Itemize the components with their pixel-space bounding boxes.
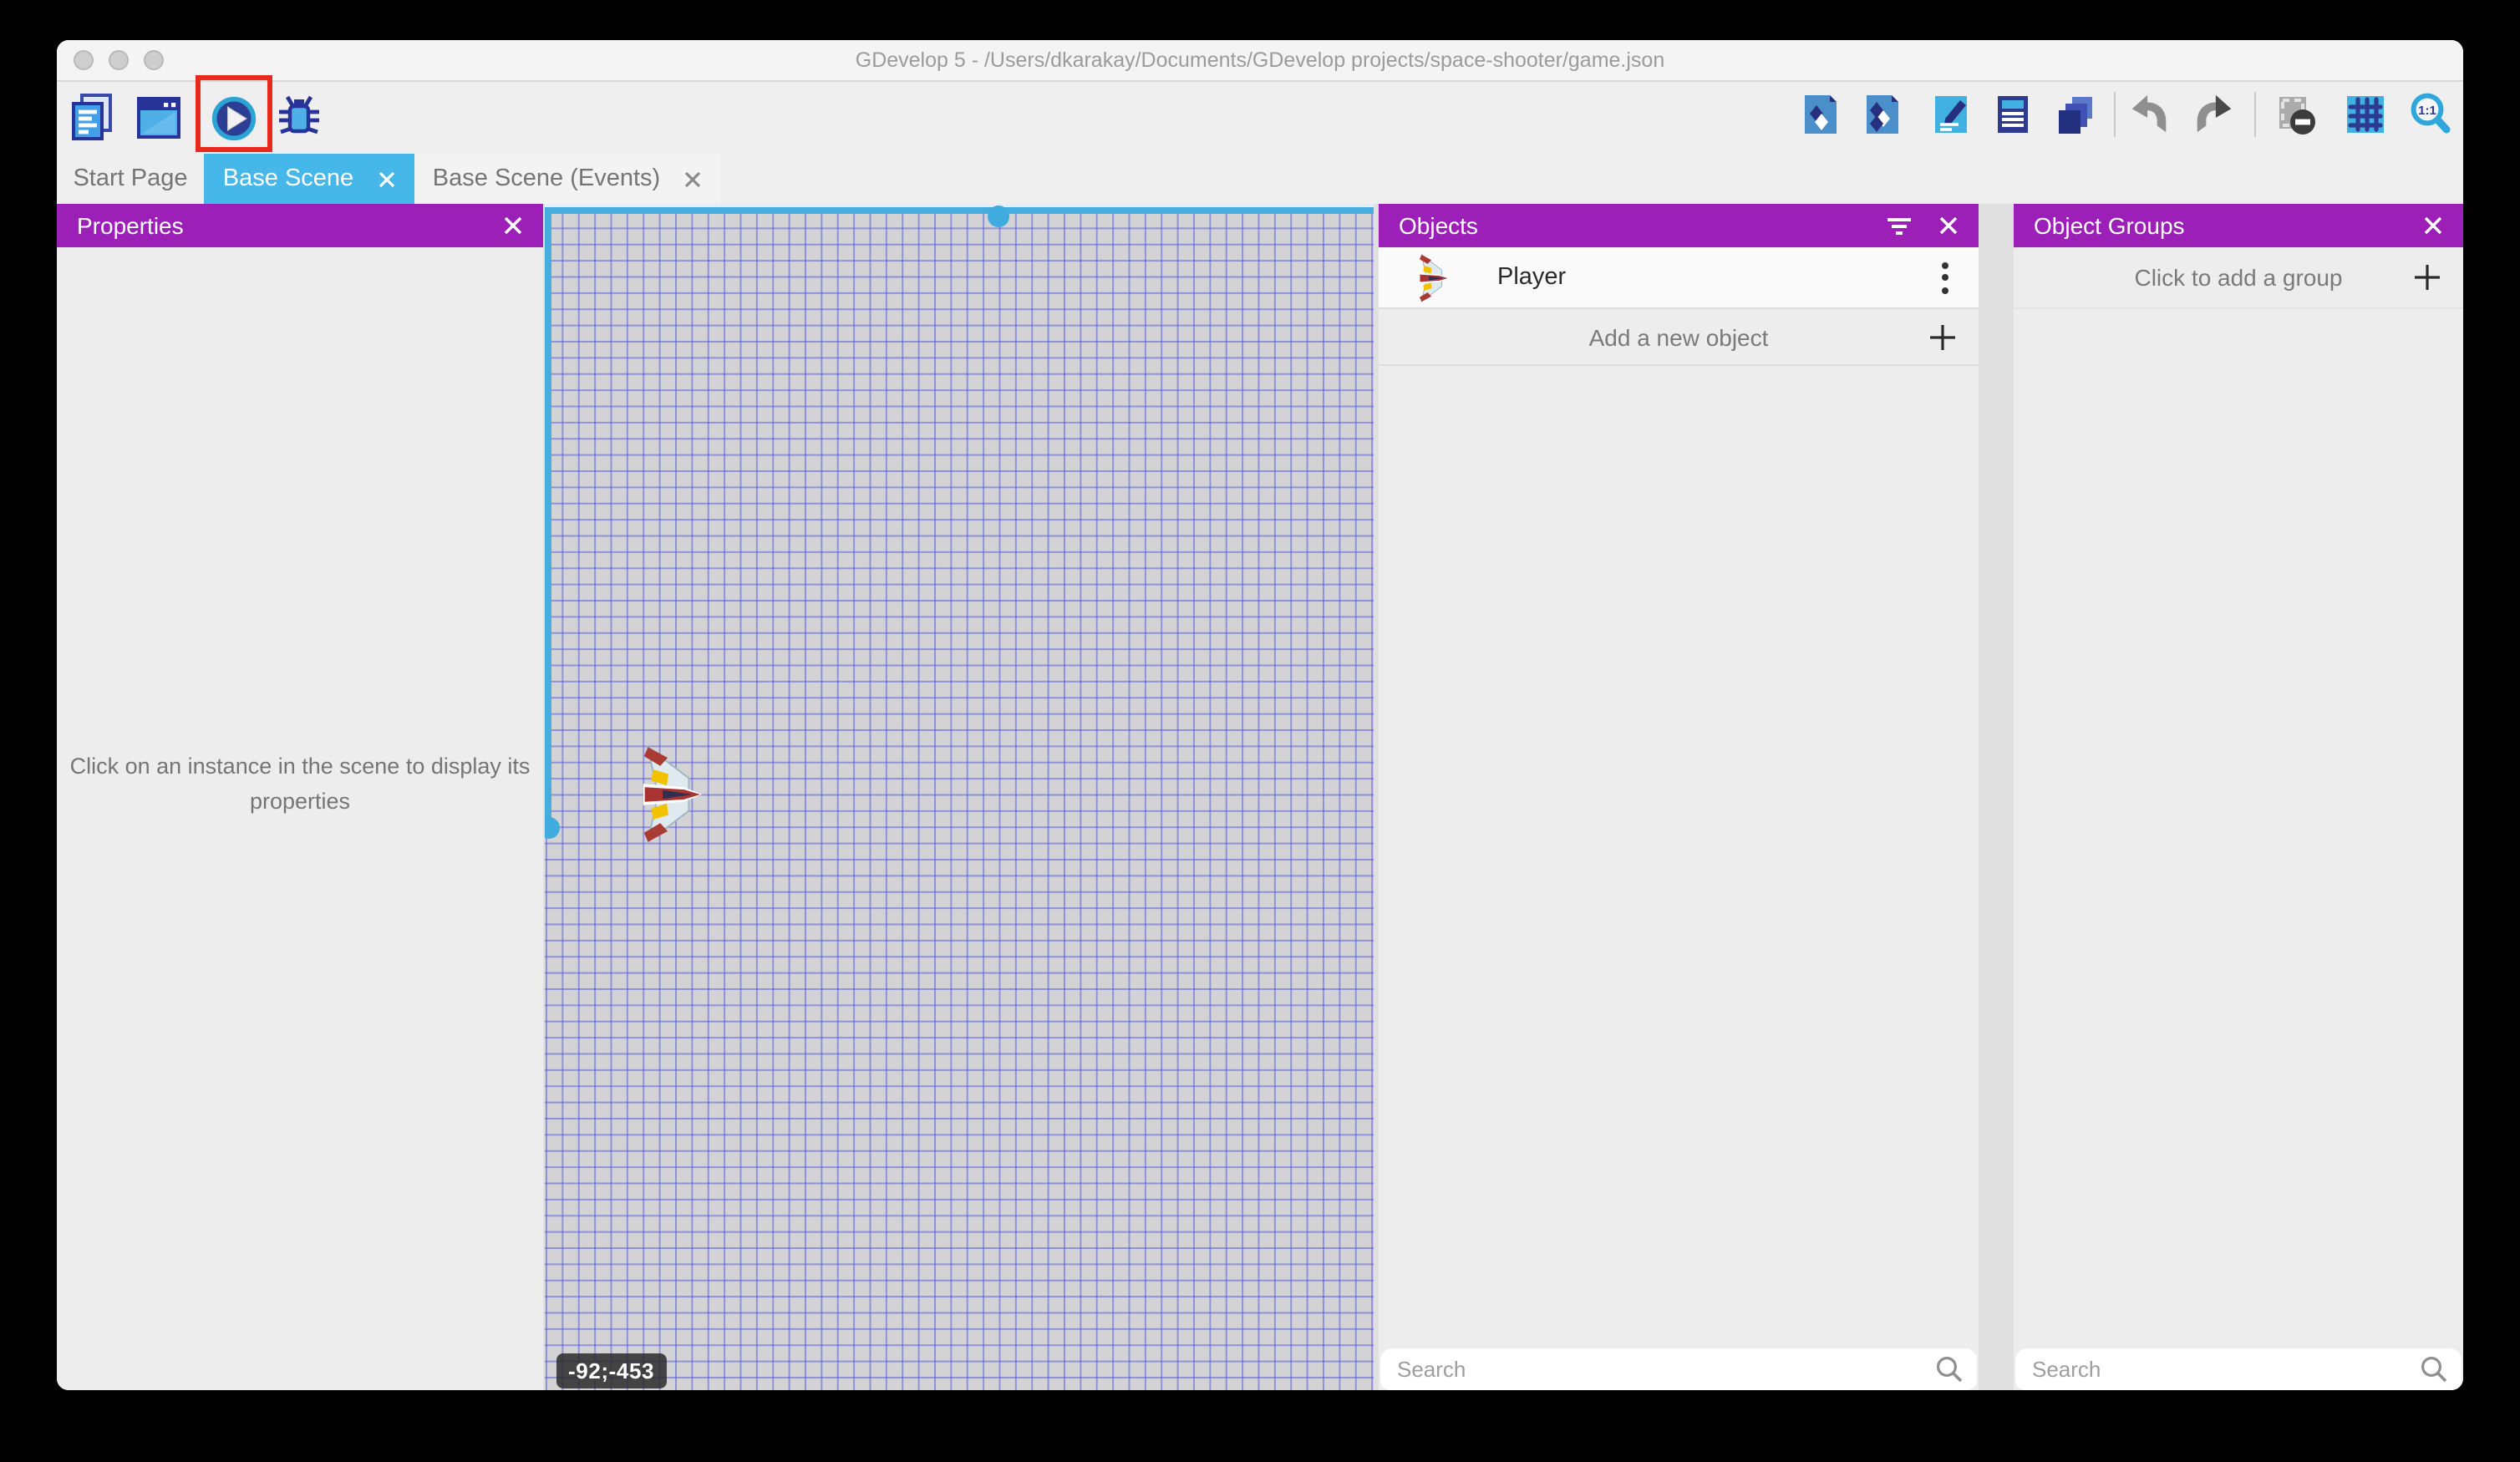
object-name: Player	[1497, 264, 1942, 291]
scene-canvas[interactable]: -92;-453	[545, 204, 1374, 1390]
tab-base-scene-events[interactable]: Base Scene (Events)	[414, 154, 720, 204]
redo-icon	[2191, 92, 2236, 137]
scene-window-left-border	[545, 207, 551, 829]
objects-panel: Objects	[1379, 204, 1979, 1390]
window-mask-icon	[2273, 92, 2318, 137]
object-groups-panel-header: Object Groups	[2014, 204, 2463, 247]
open-instances-list-button[interactable]	[1990, 92, 2035, 137]
toolbar: 1:1 Start Page Base Scene Base Scene (Ev…	[57, 82, 2463, 204]
project-manager-icon	[67, 92, 117, 142]
toolbar-separator	[2254, 92, 2256, 137]
tab-label: Base Scene (Events)	[433, 165, 660, 192]
objects-editor-icon	[1798, 92, 1843, 137]
properties-pencil-icon	[1928, 92, 1974, 137]
open-objects-editor-button[interactable]	[1798, 92, 1843, 137]
add-group-button[interactable]: Click to add a group	[2014, 247, 2463, 309]
object-options-kebab-icon[interactable]	[1942, 261, 1948, 293]
toolbar-separator	[2114, 92, 2116, 137]
properties-hint-text: Click on an instance in the scene to dis…	[69, 750, 531, 820]
add-group-label: Click to add a group	[2134, 264, 2342, 291]
object-list-item-player[interactable]: Player	[1379, 247, 1979, 309]
panel-title: Objects	[1399, 212, 1860, 239]
player-instance[interactable]	[633, 742, 705, 847]
gdevelop-window: GDevelop 5 - /Users/dkarakay/Documents/G…	[57, 40, 2463, 1390]
toggle-window-mask-button[interactable]	[2273, 92, 2318, 137]
tab-label: Base Scene	[223, 165, 353, 192]
close-panel-icon[interactable]	[1938, 216, 1959, 236]
object-groups-editor-icon	[1860, 92, 1905, 137]
plus-icon	[2413, 263, 2441, 292]
start-page-icon	[134, 92, 184, 142]
grid-icon	[2343, 92, 2388, 137]
cursor-coordinates-badge: -92;-453	[556, 1353, 666, 1388]
objects-search-input[interactable]	[1380, 1357, 1935, 1382]
properties-panel-body: Click on an instance in the scene to dis…	[57, 247, 543, 1390]
redo-button[interactable]	[2191, 92, 2236, 137]
scene-window-top-border	[545, 207, 1374, 214]
tab-base-scene[interactable]: Base Scene	[204, 154, 414, 204]
close-tab-icon[interactable]	[683, 170, 702, 188]
window-title: GDevelop 5 - /Users/dkarakay/Documents/G…	[57, 40, 2463, 80]
objects-search-field	[1380, 1348, 1977, 1390]
player-object-thumbnail	[1412, 251, 1452, 303]
undo-button[interactable]	[2127, 92, 2172, 137]
start-page-button[interactable]	[134, 92, 184, 142]
panel-title: Object Groups	[2034, 212, 2396, 239]
project-manager-button[interactable]	[67, 92, 117, 142]
groups-search-field	[2015, 1348, 2462, 1390]
search-icon	[1935, 1355, 1964, 1383]
tab-bar: Start Page Base Scene Base Scene (Events…	[57, 154, 2463, 204]
open-layers-button[interactable]	[2052, 92, 2097, 137]
properties-panel: Properties Click on an instance in the s…	[57, 204, 543, 1390]
close-panel-icon[interactable]	[2423, 216, 2443, 236]
objects-panel-header: Objects	[1379, 204, 1979, 247]
play-icon	[211, 95, 257, 142]
debug-button[interactable]	[274, 92, 324, 142]
svg-text:1:1: 1:1	[2418, 104, 2436, 118]
tab-label: Start Page	[73, 165, 187, 192]
instances-list-icon	[1990, 92, 2035, 137]
close-panel-icon[interactable]	[503, 216, 523, 236]
tab-start-page[interactable]: Start Page	[57, 154, 204, 204]
titlebar: GDevelop 5 - /Users/dkarakay/Documents/G…	[57, 40, 2463, 82]
close-tab-icon[interactable]	[377, 170, 395, 188]
plus-icon	[1928, 323, 1957, 352]
search-icon	[2420, 1355, 2448, 1383]
add-object-label: Add a new object	[1589, 324, 1769, 351]
undo-icon	[2127, 92, 2172, 137]
top-resize-handle[interactable]	[988, 206, 1009, 227]
properties-panel-header: Properties	[57, 204, 543, 247]
add-new-object-button[interactable]: Add a new object	[1379, 311, 1979, 366]
debug-bug-icon	[274, 92, 324, 142]
zoom-1-1-icon: 1:1	[2408, 92, 2453, 137]
open-properties-button[interactable]	[1928, 92, 1974, 137]
editor-content: Properties Click on an instance in the s…	[57, 204, 2463, 1390]
groups-search-input[interactable]	[2015, 1357, 2420, 1382]
open-object-groups-editor-button[interactable]	[1860, 92, 1905, 137]
filter-icon[interactable]	[1887, 216, 1912, 235]
play-preview-button[interactable]	[211, 95, 257, 142]
screen: GDevelop 5 - /Users/dkarakay/Documents/G…	[0, 0, 2520, 1462]
left-resize-handle[interactable]	[545, 817, 560, 839]
layers-icon	[2052, 92, 2097, 137]
panel-title: Properties	[77, 212, 476, 239]
toggle-grid-button[interactable]	[2343, 92, 2388, 137]
zoom-original-button[interactable]: 1:1	[2408, 92, 2453, 137]
object-groups-panel: Object Groups Click to add a group	[2014, 204, 2463, 1390]
